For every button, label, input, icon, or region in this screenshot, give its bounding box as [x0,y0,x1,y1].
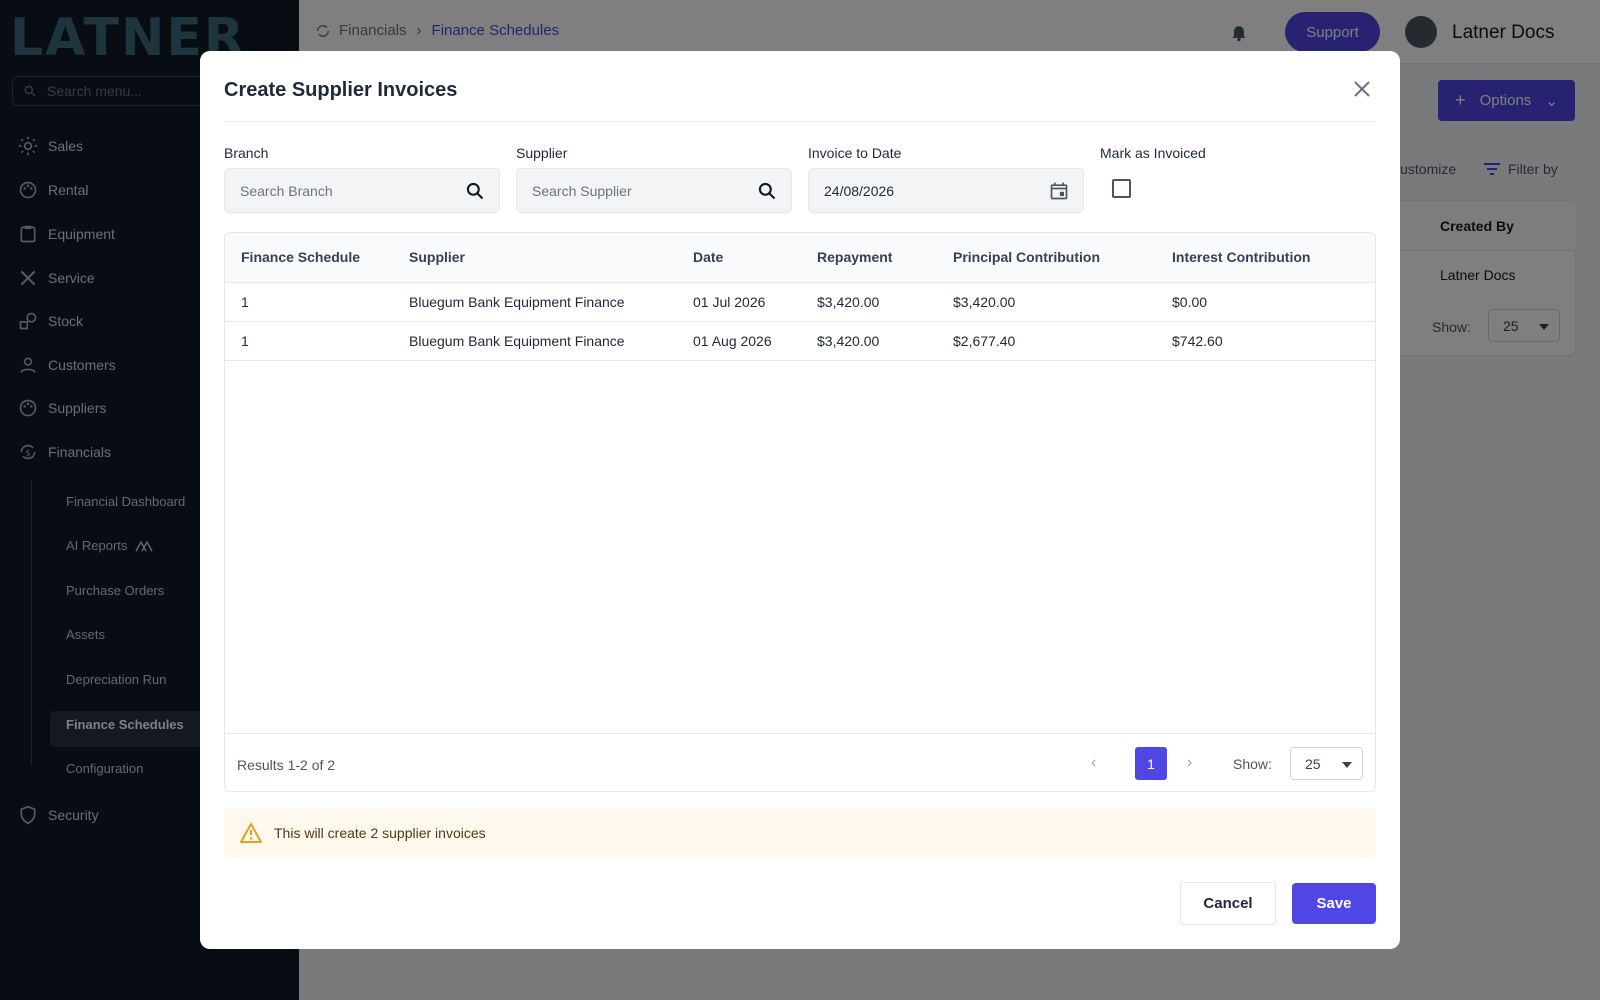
table-footer: Results 1-2 of 2 ‹ 1 › Show: 25 [225,733,1375,791]
supplier-search-input[interactable]: Search Supplier [516,168,792,213]
column-header[interactable]: Date [693,249,723,265]
cell-supplier: Bluegum Bank Equipment Finance [409,333,625,349]
close-icon[interactable] [1350,77,1374,101]
save-button[interactable]: Save [1292,883,1376,924]
cell-principal: $3,420.00 [953,294,1016,310]
calendar-icon[interactable] [1049,181,1069,201]
cancel-button[interactable]: Cancel [1180,882,1276,925]
branch-placeholder: Search Branch [240,182,333,199]
page-button-current[interactable]: 1 [1135,747,1167,780]
caret-down-icon [1342,762,1352,768]
invoice-to-date-input[interactable]: 24/08/2026 [808,168,1084,213]
chevron-right-icon[interactable]: › [1187,754,1192,772]
mark-as-invoiced-label: Mark as Invoiced [1100,145,1206,161]
chevron-left-icon[interactable]: ‹ [1091,754,1096,772]
mark-as-invoiced-checkbox[interactable] [1112,179,1131,198]
warning-icon [240,823,262,843]
create-supplier-invoices-modal: Create Supplier Invoices Branch Search B… [200,51,1400,949]
supplier-label: Supplier [516,145,568,161]
show-label: Show: [1233,756,1272,772]
table-row[interactable]: 1 Bluegum Bank Equipment Finance 01 Jul … [225,283,1375,322]
divider [224,121,1376,122]
column-header[interactable]: Interest Contribution [1172,249,1310,265]
schedules-table: Finance Schedule Supplier Date Repayment… [224,232,1376,792]
branch-label: Branch [224,145,269,161]
supplier-placeholder: Search Supplier [532,182,632,199]
cell-supplier: Bluegum Bank Equipment Finance [409,294,625,310]
search-icon[interactable] [465,181,485,201]
page-size-select[interactable]: 25 [1290,747,1363,780]
cell-finance-schedule: 1 [241,294,249,310]
column-header[interactable]: Supplier [409,249,465,265]
results-count: Results 1-2 of 2 [237,757,336,773]
cell-date: 01 Jul 2026 [693,294,766,310]
table-row[interactable]: 1 Bluegum Bank Equipment Finance 01 Aug … [225,322,1375,361]
invoice-to-date-value: 24/08/2026 [824,182,895,199]
cell-repayment: $3,420.00 [817,294,880,310]
warning-text: This will create 2 supplier invoices [274,825,486,841]
invoice-to-date-label: Invoice to Date [808,145,902,161]
cell-interest: $0.00 [1172,294,1208,310]
column-header[interactable]: Repayment [817,249,892,265]
modal-title: Create Supplier Invoices [224,79,458,101]
column-header[interactable]: Principal Contribution [953,249,1100,265]
cell-principal: $2,677.40 [953,333,1016,349]
search-icon[interactable] [757,181,777,201]
cell-repayment: $3,420.00 [817,333,880,349]
branch-search-input[interactable]: Search Branch [224,168,500,213]
cell-interest: $742.60 [1172,333,1223,349]
warning-banner: This will create 2 supplier invoices [224,808,1376,858]
table-header: Finance Schedule Supplier Date Repayment… [225,233,1375,283]
column-header[interactable]: Finance Schedule [241,249,360,265]
page-size-value: 25 [1305,756,1321,772]
cell-finance-schedule: 1 [241,333,249,349]
cell-date: 01 Aug 2026 [693,333,772,349]
